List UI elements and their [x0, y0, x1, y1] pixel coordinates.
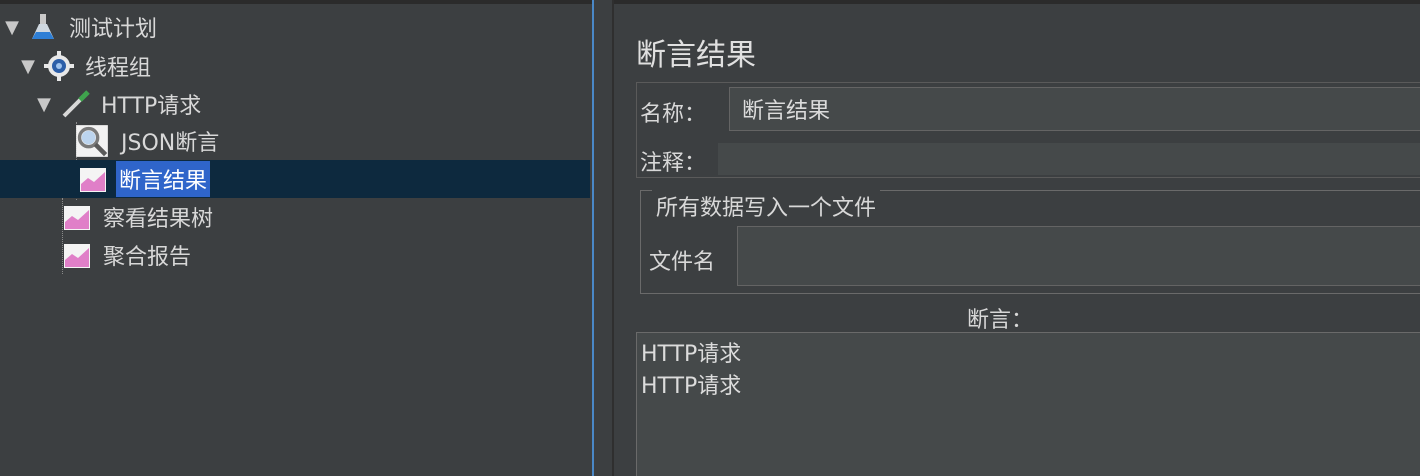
tree-item-aggregate-report[interactable]: 聚合报告 [62, 236, 194, 274]
pipette-icon [62, 90, 90, 118]
page-title: 断言结果 [636, 38, 756, 73]
comment-input[interactable] [718, 143, 1420, 175]
assertion-line: HTTP请求 [641, 374, 742, 399]
tree-item-label: 测试计划 [69, 17, 158, 42]
assertion-line: HTTP请求 [641, 342, 742, 367]
tree-item-label: 线程组 [85, 56, 152, 81]
tree-item-label: JSON断言 [121, 131, 220, 156]
chart-icon [64, 244, 90, 268]
expand-arrow-icon[interactable]: ▼ [18, 56, 38, 77]
tree-item-json-assertion[interactable]: JSON断言 [74, 122, 222, 160]
assertion-results-panel: 断言结果 名称： 断言结果 注释： 所有数据写入一个文件 文件名 断言： HTT… [612, 0, 1420, 476]
name-input[interactable]: 断言结果 [729, 87, 1420, 131]
tree-top-edge [0, 0, 592, 4]
write-to-file-group-title: 所有数据写入一个文件 [652, 190, 881, 222]
tree-item-label: 察看结果树 [103, 207, 214, 232]
tree-item-assertion-results[interactable]: 断言结果 [0, 160, 590, 198]
tree-item-http-request[interactable]: ▼ HTTP请求 [34, 85, 204, 123]
name-label: 名称： [640, 102, 707, 127]
chart-icon [80, 168, 106, 192]
panel-left-edge [612, 0, 614, 476]
chart-icon [64, 206, 90, 230]
expand-arrow-icon[interactable]: ▼ [34, 94, 54, 115]
jmeter-window: ▼ 测试计划 ▼ 线程组 ▼ HTTP请求 JSON断言 断言结果 察看结果树 … [0, 0, 1420, 476]
expand-arrow-icon[interactable]: ▼ [2, 17, 22, 38]
test-plan-tree[interactable]: ▼ 测试计划 ▼ 线程组 ▼ HTTP请求 JSON断言 断言结果 察看结果树 … [0, 0, 594, 476]
assertions-label: 断言： [967, 308, 1034, 333]
filename-label: 文件名 [649, 250, 716, 275]
filename-input[interactable] [737, 226, 1420, 286]
tree-item-test-plan[interactable]: ▼ 测试计划 [2, 8, 160, 46]
tree-item-view-results-tree[interactable]: 察看结果树 [62, 198, 216, 236]
magnifier-icon [76, 125, 108, 157]
tree-item-label: HTTP请求 [101, 94, 202, 119]
assertions-text-area[interactable]: HTTP请求 HTTP请求 [636, 332, 1420, 476]
gear-icon [44, 51, 74, 81]
comment-label: 注释： [640, 151, 707, 176]
flask-icon [32, 14, 54, 39]
tree-item-label: 聚合报告 [103, 245, 192, 270]
panel-top-edge [612, 0, 1420, 4]
tree-item-thread-group[interactable]: ▼ 线程组 [18, 47, 154, 85]
tree-item-label: 断言结果 [116, 161, 211, 197]
